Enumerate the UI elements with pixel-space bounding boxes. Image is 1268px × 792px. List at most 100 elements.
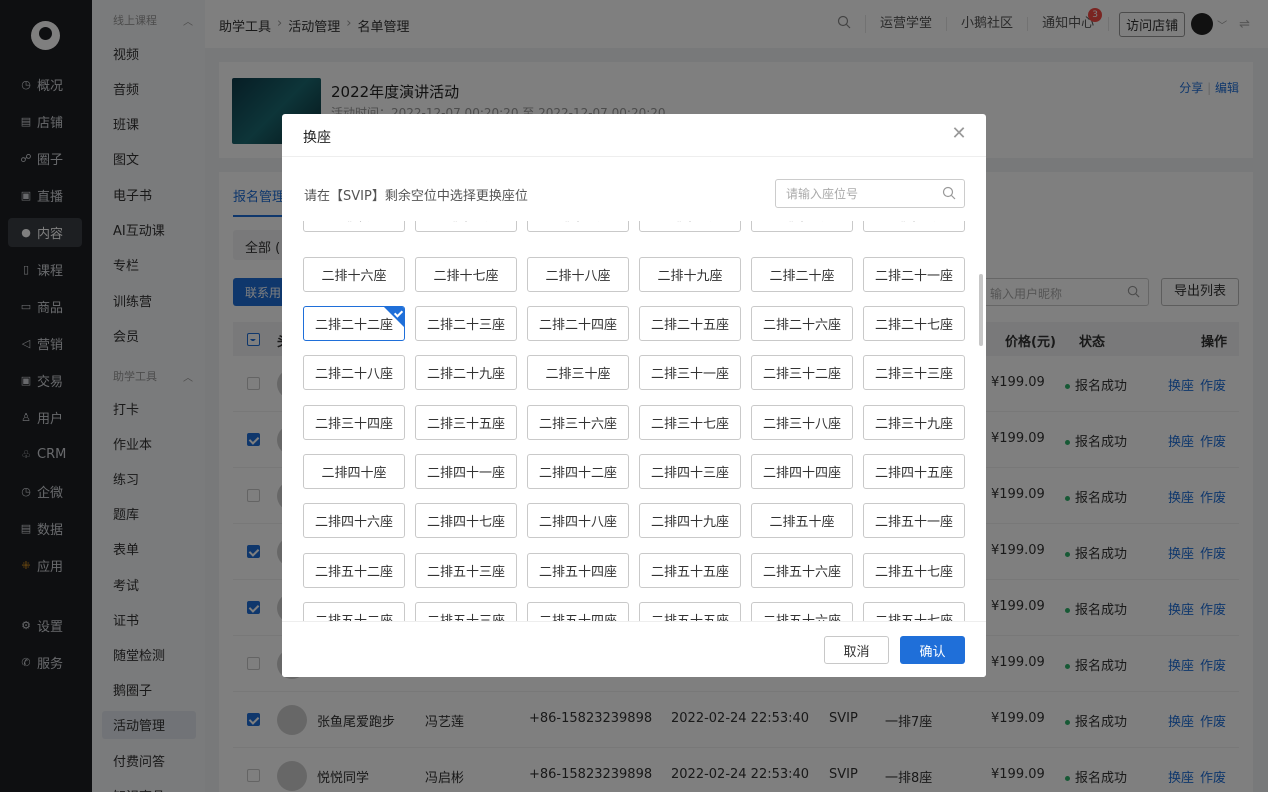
seat-label: 二排十八座 <box>545 269 611 284</box>
seat-label: 二排五十七座 <box>874 565 953 580</box>
seat-option[interactable]: 二排十八座 <box>527 257 629 292</box>
seat-option[interactable]: 二排三十四座 <box>303 405 405 440</box>
seat-option[interactable]: 二排四十九座 <box>639 503 741 538</box>
seat-option[interactable]: 二排四十座 <box>303 454 405 489</box>
seat-label: 二排四十四座 <box>762 466 841 481</box>
confirm-button[interactable]: 确认 <box>900 636 965 664</box>
seat-label: 二排二十一座 <box>874 269 953 284</box>
dialog-footer: 取消 确认 <box>282 621 986 677</box>
seat-label: 二排四十座 <box>321 466 387 481</box>
seat-option[interactable]: 二排十三座 <box>639 221 741 232</box>
seat-option[interactable]: 二排四十四座 <box>751 454 853 489</box>
seat-label: 二排十二座 <box>545 221 610 224</box>
app-root: ◷概况▤店铺☍圈子▣直播●内容▯课程▭商品◁营销▣交易♙用户♧CRM◷企微▤数据… <box>0 0 1268 792</box>
seat-option[interactable]: 二排五十七座 <box>863 602 965 621</box>
seat-option[interactable]: 二排四十七座 <box>415 503 517 538</box>
seat-label: 二排二十座 <box>769 269 835 284</box>
seat-search-input[interactable] <box>776 180 926 207</box>
seat-option[interactable]: 二排十五座 <box>863 221 965 232</box>
seat-option[interactable]: 二排三十六座 <box>527 405 629 440</box>
seat-option[interactable]: 二排五十五座 <box>639 602 741 621</box>
seat-option[interactable]: 二排五十座 <box>751 503 853 538</box>
seat-option[interactable]: 二排四十一座 <box>415 454 517 489</box>
seat-label: 二排五十二座 <box>315 610 393 621</box>
seat-label: 二排四十三座 <box>650 466 729 481</box>
seat-option[interactable]: 二排五十五座 <box>639 553 741 588</box>
seat-label: 二排五十六座 <box>763 610 841 621</box>
seat-label: 二排五十五座 <box>651 610 729 621</box>
change-seat-dialog: 换座 ✕ 请在【SVIP】剩余空位中选择更换座位 二排十座二排十一座二排十二座二… <box>282 114 986 677</box>
seat-option[interactable]: 二排十六座 <box>303 257 405 292</box>
seat-option[interactable]: 二排二十座 <box>751 257 853 292</box>
seat-option[interactable]: 二排三十五座 <box>415 405 517 440</box>
seat-label: 二排二十五座 <box>650 318 729 333</box>
dialog-title: 换座 <box>303 130 331 146</box>
seat-label: 二排二十三座 <box>426 318 505 333</box>
seat-grid-scrollbar[interactable] <box>979 274 983 346</box>
seat-option[interactable]: 二排四十六座 <box>303 503 405 538</box>
seat-label: 二排三十四座 <box>314 417 393 432</box>
seat-label: 二排五十座 <box>769 515 835 530</box>
seat-option[interactable]: 二排十九座 <box>639 257 741 292</box>
seat-option[interactable]: 二排五十六座 <box>751 553 853 588</box>
seat-label: 二排十一座 <box>433 221 498 224</box>
seat-option[interactable]: 二排三十八座 <box>751 405 853 440</box>
seat-option[interactable]: 二排十座 <box>303 221 405 232</box>
search-icon[interactable] <box>942 186 956 200</box>
seat-option[interactable]: 二排五十四座 <box>527 602 629 621</box>
seat-option[interactable]: 二排五十一座 <box>863 503 965 538</box>
seat-label: 二排三十二座 <box>762 367 841 382</box>
seat-label: 二排十三座 <box>657 221 722 224</box>
seat-option[interactable]: 二排三十座 <box>527 355 629 390</box>
seat-option[interactable]: 二排二十八座 <box>303 355 405 390</box>
seat-option[interactable]: 二排三十二座 <box>751 355 853 390</box>
seat-option[interactable]: 二排三十九座 <box>863 405 965 440</box>
seat-label: 二排二十四座 <box>538 318 617 333</box>
seat-label: 二排三十一座 <box>650 367 729 382</box>
seat-option[interactable]: 二排四十八座 <box>527 503 629 538</box>
seat-option[interactable]: 二排二十九座 <box>415 355 517 390</box>
seat-option[interactable]: 二排十四座 <box>751 221 853 232</box>
seat-option[interactable]: 二排四十三座 <box>639 454 741 489</box>
seat-option[interactable]: 二排五十六座 <box>751 602 853 621</box>
seat-option[interactable]: 二排三十七座 <box>639 405 741 440</box>
seat-label: 二排四十六座 <box>314 515 393 530</box>
seat-option[interactable]: 二排二十五座 <box>639 306 741 341</box>
seat-option[interactable]: 二排五十二座 <box>303 602 405 621</box>
seat-option[interactable]: 二排二十七座 <box>863 306 965 341</box>
seat-label: 二排四十二座 <box>538 466 617 481</box>
seat-label: 二排五十二座 <box>314 565 393 580</box>
seat-option[interactable]: 二排五十三座 <box>415 602 517 621</box>
close-icon[interactable]: ✕ <box>951 125 967 143</box>
seat-label: 二排三十五座 <box>426 417 505 432</box>
seat-option[interactable]: 二排三十三座 <box>863 355 965 390</box>
seat-option[interactable]: 二排三十一座 <box>639 355 741 390</box>
seat-option[interactable]: 二排四十五座 <box>863 454 965 489</box>
seat-option[interactable]: 二排五十二座 <box>303 553 405 588</box>
seat-option-selected[interactable]: 二排二十二座 <box>303 306 405 341</box>
seat-label: 二排十四座 <box>769 221 834 224</box>
seat-option[interactable]: 二排十七座 <box>415 257 517 292</box>
seat-label: 二排四十五座 <box>874 466 953 481</box>
seat-option[interactable]: 二排四十二座 <box>527 454 629 489</box>
seat-label: 二排二十七座 <box>874 318 953 333</box>
seat-label: 二排四十八座 <box>538 515 617 530</box>
seat-option[interactable]: 二排十二座 <box>527 221 629 232</box>
seat-label: 二排五十六座 <box>762 565 841 580</box>
seat-label: 二排二十八座 <box>314 367 393 382</box>
seat-label: 二排三十七座 <box>650 417 729 432</box>
seat-option[interactable]: 二排二十六座 <box>751 306 853 341</box>
seat-option[interactable]: 二排十一座 <box>415 221 517 232</box>
seat-label: 二排十九座 <box>657 269 723 284</box>
seat-label: 二排五十四座 <box>538 565 617 580</box>
seat-label: 二排四十七座 <box>426 515 505 530</box>
seat-option[interactable]: 二排二十一座 <box>863 257 965 292</box>
seat-option[interactable]: 二排二十四座 <box>527 306 629 341</box>
seat-option[interactable]: 二排二十三座 <box>415 306 517 341</box>
seat-option[interactable]: 二排五十七座 <box>863 553 965 588</box>
seat-label: 二排三十三座 <box>874 367 953 382</box>
cancel-button[interactable]: 取消 <box>824 636 889 664</box>
dialog-hint: 请在【SVIP】剩余空位中选择更换座位 <box>304 189 528 204</box>
seat-option[interactable]: 二排五十四座 <box>527 553 629 588</box>
seat-option[interactable]: 二排五十三座 <box>415 553 517 588</box>
